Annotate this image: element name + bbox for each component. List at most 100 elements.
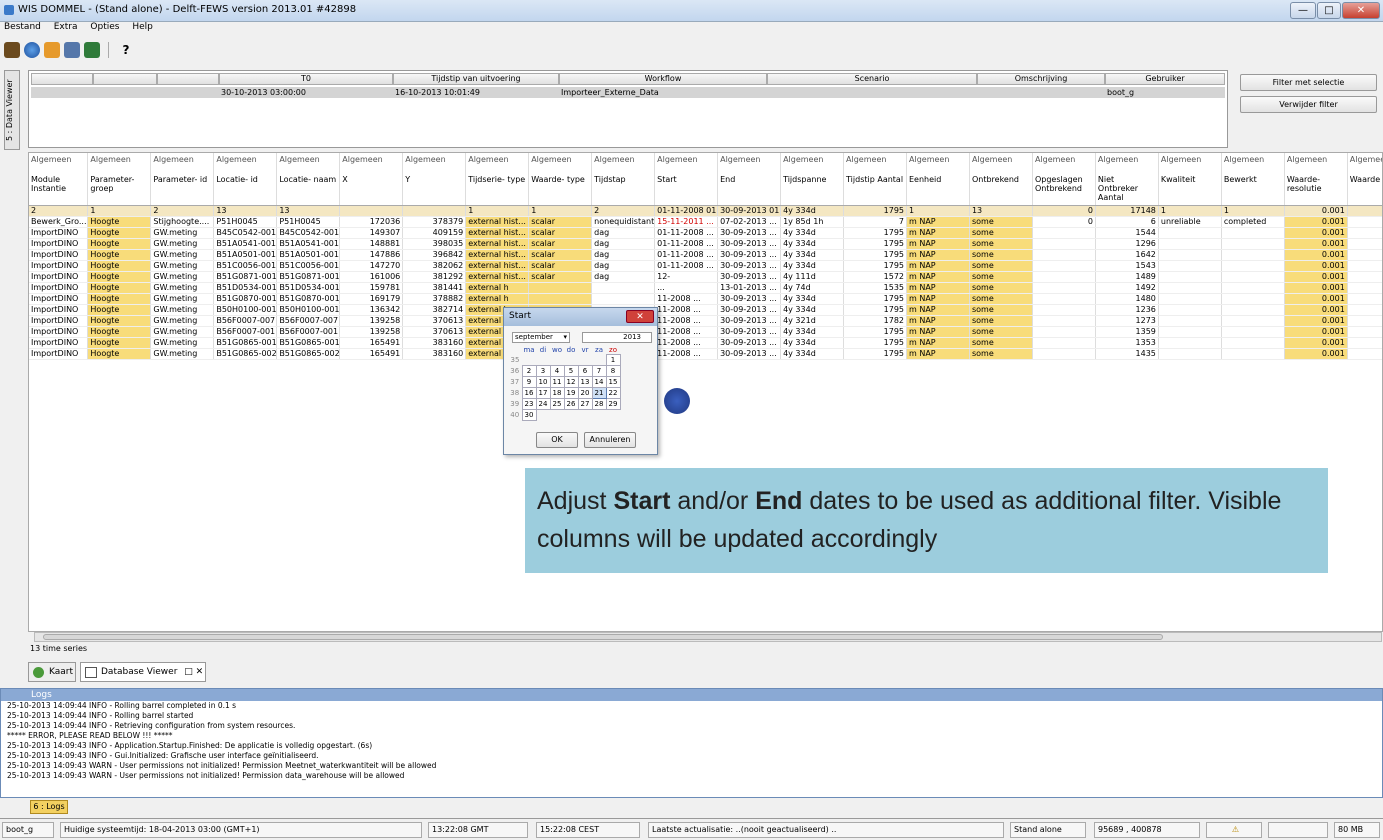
table-cell[interactable]: B51A0541-001 xyxy=(276,238,341,250)
table-cell[interactable] xyxy=(1032,326,1096,338)
table-cell[interactable]: 0.001 xyxy=(1284,337,1348,349)
table-cell[interactable]: 147270 xyxy=(339,260,404,272)
logs-tab[interactable]: 6 : Logs xyxy=(30,800,68,814)
table-cell[interactable] xyxy=(1221,282,1285,294)
table-cell[interactable]: B51C0056-001 xyxy=(276,260,341,272)
table-cell[interactable] xyxy=(1158,238,1222,250)
table-row[interactable]: ImportDINO Hoogte GW.meting B51A0541-001 B51… xyxy=(29,238,1382,250)
table-cell[interactable]: 1273 xyxy=(1095,315,1159,327)
table-row[interactable]: ImportDINO Hoogte GW.meting B51G0865-001 B51… xyxy=(29,337,1382,349)
table-cell[interactable]: 0.001 xyxy=(1284,304,1348,316)
table-cell[interactable]: 378882 xyxy=(402,293,467,305)
table-cell[interactable]: 1435 xyxy=(1095,348,1159,360)
table-cell[interactable] xyxy=(1158,304,1222,316)
table-cell[interactable]: 32 xyxy=(1347,205,1382,217)
table-cell[interactable]: GW.meting xyxy=(150,348,215,360)
table-cell[interactable]: GW.meting xyxy=(150,304,215,316)
table-cell[interactable]: 159781 xyxy=(339,282,404,294)
table-cell[interactable]: 1795 xyxy=(843,348,907,360)
table-cell[interactable] xyxy=(1032,271,1096,283)
minimize-button[interactable]: — xyxy=(1290,2,1316,19)
table-cell[interactable]: m NAP xyxy=(906,315,970,327)
table-cell[interactable]: ImportDINO xyxy=(29,260,89,272)
table-cell[interactable]: external hist... xyxy=(465,238,530,250)
table-cell[interactable]: 16 xyxy=(1347,293,1382,305)
table-cell[interactable] xyxy=(1221,348,1285,360)
table-cell[interactable]: Hoogte xyxy=(87,293,152,305)
table-cell[interactable]: 1795 xyxy=(843,326,907,338)
filter-value-t0[interactable]: 30-10-2013 03:00:00 xyxy=(219,87,393,98)
scrollbar-thumb[interactable] xyxy=(43,634,1163,640)
table-cell[interactable]: 1489 xyxy=(1095,271,1159,283)
table-cell[interactable] xyxy=(591,293,656,305)
table-cell[interactable]: Stijghoogte.... xyxy=(150,216,215,228)
table-cell[interactable] xyxy=(1221,271,1285,283)
calendar-day[interactable]: 4 xyxy=(549,365,565,377)
close-icon[interactable]: □ ✕ xyxy=(184,667,203,677)
column-header[interactable]: Eenheid xyxy=(906,173,970,206)
filter-header-workflow[interactable]: Workflow xyxy=(559,73,767,85)
column-header[interactable]: Parameter- groep xyxy=(87,173,152,206)
table-cell[interactable]: B45C0542-001 xyxy=(213,227,278,239)
remove-filter-button[interactable]: Verwijder filter xyxy=(1240,96,1377,113)
table-cell[interactable]: 370613 xyxy=(402,315,467,327)
table-cell[interactable] xyxy=(1158,271,1222,283)
horizontal-scrollbar[interactable] xyxy=(34,632,1382,642)
menu-bestand[interactable]: Bestand xyxy=(4,22,41,32)
table-cell[interactable] xyxy=(1158,249,1222,261)
date-picker-close-button[interactable]: ✕ xyxy=(626,310,654,323)
calendar-day[interactable]: 5 xyxy=(563,365,579,377)
table-cell[interactable]: some xyxy=(969,293,1033,305)
table-cell[interactable]: B51D0534-001 xyxy=(276,282,341,294)
table-cell[interactable]: ImportDINO xyxy=(29,282,89,294)
month-select[interactable]: september ▾ xyxy=(512,332,570,343)
table-cell[interactable]: m NAP xyxy=(906,216,970,228)
summary-row[interactable]: 2 1 2 13 13 1 1 2 01-11-2008 01 30-09-2013 01 4y 3… xyxy=(29,205,1382,217)
table-cell[interactable] xyxy=(1032,238,1096,250)
table-cell[interactable] xyxy=(1221,304,1285,316)
table-cell[interactable]: 16 xyxy=(1347,348,1382,360)
table-cell[interactable]: 16 xyxy=(1347,304,1382,316)
table-cell[interactable]: 1572 xyxy=(843,271,907,283)
briefcase-icon[interactable] xyxy=(4,42,20,58)
table-cell[interactable]: external hist... xyxy=(465,271,530,283)
calendar-day[interactable]: 11 xyxy=(549,376,565,388)
column-header[interactable]: Niet Ontbreker Aantal xyxy=(1095,173,1159,206)
table-row[interactable]: ImportDINO Hoogte GW.meting B56F0007-007 B56… xyxy=(29,315,1382,327)
filter-header-description[interactable]: Omschrijving xyxy=(977,73,1105,85)
table-cell[interactable] xyxy=(1221,326,1285,338)
table-cell[interactable]: 1 xyxy=(1221,205,1285,217)
table-cell[interactable]: 1795 xyxy=(843,238,907,250)
table-cell[interactable]: 2 xyxy=(150,205,215,217)
table-cell[interactable]: Hoogte xyxy=(87,216,152,228)
calendar-day[interactable]: 8 xyxy=(605,365,621,377)
table-cell[interactable]: 0.001 xyxy=(1284,216,1348,228)
table-cell[interactable]: dag xyxy=(591,271,656,283)
table-cell[interactable]: 0 xyxy=(1032,205,1096,217)
table-cell[interactable]: 2 xyxy=(591,205,656,217)
table-cell[interactable] xyxy=(1158,293,1222,305)
table-cell[interactable]: 13-01-2013 ... xyxy=(717,282,782,294)
table-cell[interactable]: 30-09-2013 ... xyxy=(717,293,782,305)
table-cell[interactable]: ImportDINO xyxy=(29,304,89,316)
filter-header-user[interactable]: Gebruiker xyxy=(1105,73,1225,85)
table-cell[interactable]: 398035 xyxy=(402,238,467,250)
table-cell[interactable]: 16 xyxy=(1347,315,1382,327)
calendar-day[interactable]: 15 xyxy=(605,376,621,388)
table-cell[interactable]: 172036 xyxy=(339,216,404,228)
table-cell[interactable]: Hoogte xyxy=(87,227,152,239)
table-cell[interactable]: 0.001 xyxy=(1284,227,1348,239)
table-cell[interactable]: GW.meting xyxy=(150,238,215,250)
column-header[interactable]: Y xyxy=(402,173,467,206)
table-cell[interactable] xyxy=(339,205,404,217)
column-header[interactable]: Kwaliteit xyxy=(1158,173,1222,206)
table-cell[interactable]: scalar xyxy=(528,238,593,250)
menu-opties[interactable]: Opties xyxy=(90,22,119,32)
table-cell[interactable]: 30-09-2013 ... xyxy=(717,304,782,316)
table-cell[interactable] xyxy=(1032,227,1096,239)
table-cell[interactable]: 16 xyxy=(1347,326,1382,338)
maximize-button[interactable]: □ xyxy=(1317,2,1341,19)
table-cell[interactable] xyxy=(1032,315,1096,327)
table-cell[interactable]: 4y 334d xyxy=(780,337,845,349)
table-cell[interactable]: 1y 85d 1h xyxy=(780,216,845,228)
